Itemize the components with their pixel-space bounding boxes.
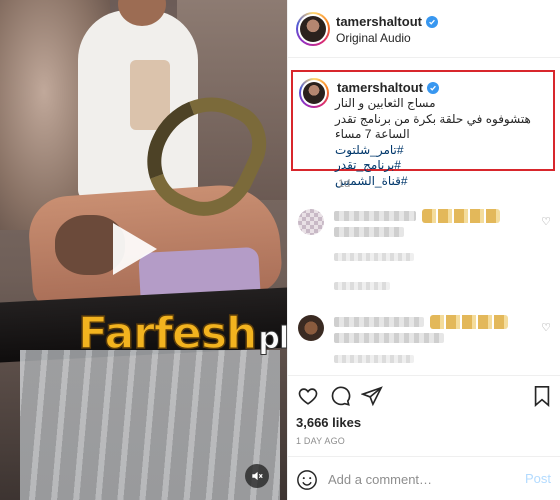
smiley-icon[interactable]: [296, 469, 317, 490]
blurred-username: [334, 211, 416, 221]
heart-icon[interactable]: [296, 384, 320, 408]
blurred-meta: [334, 282, 390, 290]
audio-label[interactable]: Original Audio: [336, 31, 411, 45]
caption-line: الساعة 7 مساء: [335, 127, 410, 141]
action-bar: [288, 375, 560, 409]
site-watermark: Farfesh plus.com: [77, 307, 287, 360]
caption-line: هتشوفوه في حلقة بكرة من برنامج تقدر: [335, 111, 531, 126]
blurred-meta: [334, 355, 414, 363]
bookmark-icon[interactable]: [530, 384, 554, 408]
caption-username[interactable]: tamershaltout: [337, 80, 423, 95]
comment-input[interactable]: [328, 469, 508, 489]
author-username[interactable]: tamershaltout: [336, 14, 422, 29]
blurred-text: [334, 333, 444, 343]
post-header: tamershaltout Original Audio: [288, 0, 560, 58]
like-count[interactable]: 3,666 likes: [296, 415, 361, 430]
avatar[interactable]: [296, 12, 330, 46]
post-date[interactable]: 1 DAY AGO: [296, 436, 345, 446]
comment-like-icon[interactable]: ♡: [541, 321, 551, 334]
post-panel: tamershaltout Original Audio tamershalto…: [287, 0, 560, 500]
blurred-meta: [334, 253, 414, 261]
commenter-avatar[interactable]: [298, 315, 324, 341]
table-frame: [20, 350, 280, 500]
watermark-suffix-text: plus.com: [258, 321, 287, 357]
verified-badge-icon: [425, 15, 438, 28]
author-username-row: tamershaltout: [336, 14, 438, 29]
verified-badge-icon: [426, 81, 439, 94]
hashtag-link[interactable]: #برنامج_تقدر: [335, 158, 549, 174]
play-icon[interactable]: [113, 223, 157, 275]
commenter-avatar[interactable]: [298, 209, 324, 235]
hashtag-link[interactable]: #تامر_شلتوت: [335, 143, 549, 159]
paper-plane-icon[interactable]: [360, 384, 384, 408]
speech-bubble-icon[interactable]: [328, 384, 352, 408]
blurred-username: [334, 317, 424, 327]
caption-highlight-box: tamershaltout مساج الثعابين و النار هتشو…: [291, 70, 555, 188]
video-player[interactable]: Farfesh plus.com: [0, 0, 287, 500]
muted-speaker-icon[interactable]: [245, 464, 269, 488]
blurred-text: [334, 227, 404, 237]
post-button[interactable]: Post: [525, 471, 551, 486]
caption-line: مساج الثعابين و النار: [335, 96, 436, 110]
caption-timestamp: 1d: [338, 178, 351, 190]
comment-bar: Post: [288, 456, 560, 500]
caption-avatar[interactable]: [299, 78, 329, 108]
blurred-emoji: [422, 209, 500, 223]
hashtag-link[interactable]: #قناة_الشمس: [335, 174, 549, 190]
watermark-main-text: Farfesh: [77, 307, 258, 360]
comment-item: ♡: [288, 205, 560, 261]
caption-text: مساج الثعابين و النار هتشوفوه في حلقة بك…: [335, 96, 549, 189]
caption-username-row: tamershaltout: [337, 80, 439, 95]
blurred-emoji: [430, 315, 508, 329]
comment-item: ♡: [288, 311, 560, 363]
comment-like-icon[interactable]: ♡: [541, 215, 551, 228]
